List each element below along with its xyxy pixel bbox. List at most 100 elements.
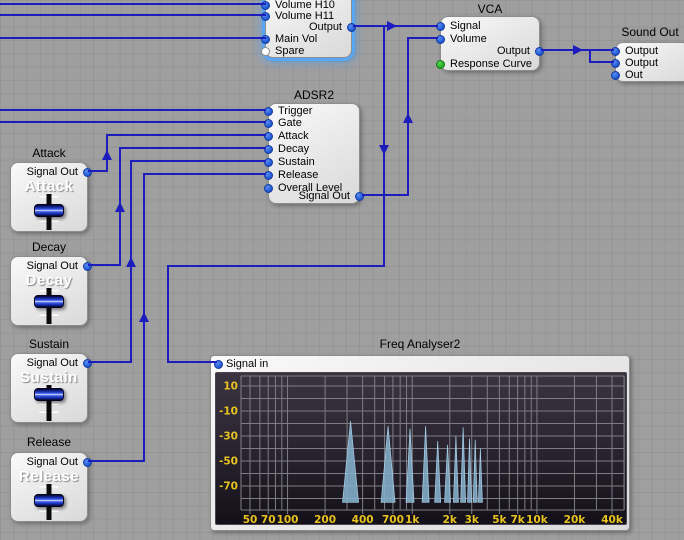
port-dot[interactable] bbox=[535, 46, 544, 56]
port-signal-out: Signal Out bbox=[269, 190, 364, 202]
axis-label: 700 bbox=[382, 514, 404, 526]
wire-arrow bbox=[387, 21, 397, 31]
slider-handle[interactable] bbox=[34, 294, 64, 308]
spectrum-display: 10 -10 -30 -50 -70 50 70 100 200 400 700 1k 2k 3k 5k 7k… bbox=[215, 372, 627, 526]
port-dot[interactable] bbox=[261, 34, 270, 44]
port-attack: Attack bbox=[264, 130, 359, 142]
axis-label: 40k bbox=[601, 514, 624, 526]
module-sound-out[interactable]: Output Output Out bbox=[611, 42, 684, 82]
slider-handle[interactable] bbox=[34, 494, 64, 508]
module-attack-slider[interactable]: Signal Out Attack bbox=[10, 162, 92, 232]
wire-arrow bbox=[102, 150, 112, 160]
freq-analyser-title: Freq Analyser2 bbox=[379, 337, 461, 351]
port-dot[interactable] bbox=[214, 359, 223, 369]
wire[interactable] bbox=[88, 134, 266, 172]
port-dot[interactable] bbox=[264, 157, 273, 167]
release-slider[interactable] bbox=[34, 484, 64, 520]
port-label: Output bbox=[625, 45, 659, 57]
port-dot[interactable] bbox=[264, 131, 273, 141]
axis-label: -70 bbox=[219, 481, 238, 493]
axis-label: -30 bbox=[219, 431, 238, 443]
axis-label: -50 bbox=[219, 456, 238, 468]
sound-out-title: Sound Out bbox=[621, 25, 679, 39]
port-dot[interactable] bbox=[264, 118, 273, 128]
port-dot[interactable] bbox=[436, 59, 445, 69]
axis-label: 5k bbox=[492, 514, 507, 526]
axis-label: 3k bbox=[465, 514, 480, 526]
port-release: Release bbox=[264, 169, 359, 181]
module-freq-analyser[interactable]: Signal in 10 -10 -30 -50 -70 50 70 100 200 400 700… bbox=[210, 355, 630, 531]
port-label: Trigger bbox=[278, 105, 313, 117]
axis-label: 200 bbox=[314, 514, 336, 526]
decay-title: Decay bbox=[31, 240, 66, 254]
wire[interactable] bbox=[362, 37, 438, 196]
port-dot[interactable] bbox=[347, 22, 356, 32]
spectrum-peak bbox=[342, 420, 359, 503]
patch-canvas[interactable]: Volume H10 Volume H11 Output Main Vol Sp… bbox=[0, 0, 684, 540]
port-dot[interactable] bbox=[436, 21, 445, 31]
module-decay-slider[interactable]: Signal Out Decay bbox=[10, 256, 92, 326]
port-dot[interactable] bbox=[264, 144, 273, 154]
port-signal-out: Signal Out bbox=[11, 260, 92, 272]
module-adsr2[interactable]: Trigger Gate Attack Decay Sustain Releas… bbox=[264, 103, 364, 204]
port-response-curve: Response Curve bbox=[436, 58, 539, 70]
port-label: Signal Out bbox=[298, 190, 350, 202]
sustain-slider[interactable] bbox=[34, 385, 64, 421]
wire[interactable] bbox=[88, 160, 266, 363]
port-dot[interactable] bbox=[83, 358, 92, 368]
wire-arrow bbox=[573, 45, 583, 55]
port-label: Signal in bbox=[226, 358, 269, 370]
module-vca[interactable]: Signal Volume Output Response Curve bbox=[436, 16, 544, 71]
wire-arrow bbox=[126, 257, 136, 267]
port-dot[interactable] bbox=[611, 46, 620, 56]
port-dot[interactable] bbox=[355, 191, 364, 201]
spectrum-peak bbox=[478, 448, 483, 503]
axis-label: 100 bbox=[277, 514, 299, 526]
axis-label: 70 bbox=[261, 514, 276, 526]
port-dot[interactable] bbox=[83, 261, 92, 271]
spectrum-peak bbox=[434, 440, 442, 503]
port-label: Output bbox=[308, 21, 342, 33]
port-label: Signal Out bbox=[26, 357, 78, 369]
port-label: Signal Out bbox=[26, 166, 78, 178]
port-volume: Volume bbox=[436, 33, 539, 45]
port-spare: Spare bbox=[261, 45, 351, 57]
module-release-slider[interactable]: Signal Out Release bbox=[10, 452, 92, 522]
wire[interactable] bbox=[88, 147, 266, 266]
spectrum-peak bbox=[405, 428, 415, 503]
wire-arrow bbox=[403, 113, 413, 123]
port-dot[interactable] bbox=[264, 183, 273, 193]
port-dot[interactable] bbox=[264, 106, 273, 116]
port-output-2: Output bbox=[611, 57, 684, 69]
port-dot[interactable] bbox=[611, 58, 620, 68]
module-mixer[interactable]: Volume H10 Volume H11 Output Main Vol Sp… bbox=[261, 0, 356, 58]
port-dot[interactable] bbox=[436, 34, 445, 44]
axis-label: 7k bbox=[510, 514, 525, 526]
axis-label: 10 bbox=[223, 381, 238, 393]
axis-label: 2k bbox=[443, 514, 458, 526]
port-output-1: Output bbox=[611, 45, 684, 57]
port-label: Spare bbox=[275, 45, 305, 57]
axis-label: -10 bbox=[219, 406, 238, 418]
slider-handle[interactable] bbox=[34, 204, 64, 218]
port-label: Out bbox=[625, 69, 643, 81]
axis-label: 50 bbox=[243, 514, 258, 526]
attack-slider[interactable] bbox=[34, 194, 64, 230]
port-dot[interactable] bbox=[261, 11, 270, 21]
attack-title: Attack bbox=[32, 146, 66, 160]
decay-slider[interactable] bbox=[34, 288, 64, 324]
module-sustain-slider[interactable]: Signal Out Sustain bbox=[10, 353, 92, 423]
spectrum-peak bbox=[453, 435, 459, 503]
port-dot[interactable] bbox=[611, 70, 620, 80]
port-output: Output bbox=[266, 21, 356, 33]
slider-caption: Decay bbox=[25, 272, 73, 289]
port-sustain: Sustain bbox=[264, 156, 359, 168]
port-dot[interactable] bbox=[261, 46, 270, 56]
port-output: Output bbox=[441, 45, 544, 57]
port-dot[interactable] bbox=[83, 167, 92, 177]
port-dot[interactable] bbox=[264, 170, 273, 180]
port-label: Gate bbox=[278, 117, 302, 129]
port-dot[interactable] bbox=[261, 0, 270, 10]
slider-handle[interactable] bbox=[34, 388, 64, 402]
port-dot[interactable] bbox=[83, 457, 92, 467]
